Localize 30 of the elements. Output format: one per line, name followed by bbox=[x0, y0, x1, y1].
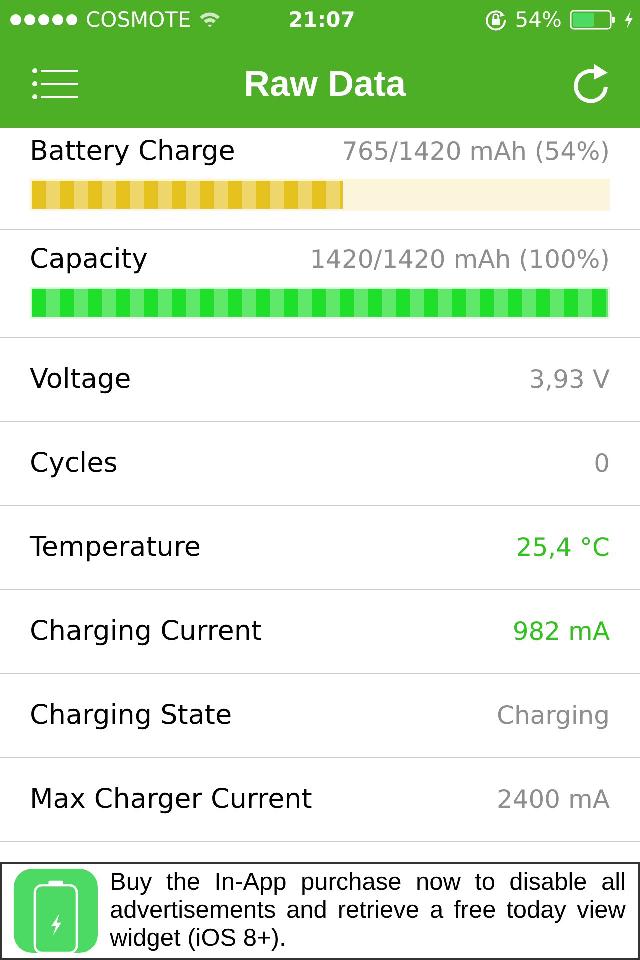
meter-label: Capacity bbox=[30, 244, 148, 275]
battery-icon bbox=[570, 10, 616, 30]
row-label: Voltage bbox=[30, 364, 132, 395]
row-value: 982 mA bbox=[512, 617, 610, 646]
row-label: Max Charger Current bbox=[30, 784, 312, 815]
row-value: 3,93 V bbox=[529, 365, 610, 394]
row-value: 2400 mA bbox=[496, 785, 610, 814]
row-label: Charging State bbox=[30, 700, 232, 731]
rotation-lock-icon bbox=[485, 9, 508, 31]
wifi-icon bbox=[199, 12, 222, 28]
screen-title: Raw Data bbox=[244, 63, 406, 105]
charging-bolt-icon bbox=[624, 11, 634, 29]
app-icon bbox=[14, 869, 98, 953]
row-label: Temperature bbox=[30, 532, 202, 563]
menu-icon[interactable] bbox=[32, 68, 78, 100]
row-label: Charging Current bbox=[30, 616, 262, 647]
signal-icon bbox=[10, 14, 78, 26]
row-value: Charging bbox=[497, 701, 610, 730]
carrier-name: COSMOTE bbox=[86, 8, 192, 32]
battery-percent: 54% bbox=[515, 8, 562, 32]
ad-banner[interactable]: Buy the In-App purchase now to disable all advertisements and retrieve a free today view widget (iOS 8+). bbox=[0, 862, 640, 960]
clock: 21:07 bbox=[288, 8, 356, 32]
ad-text: Buy the In-App purchase now to disable all advertisements and retrieve a free today view widget (iOS 8+). bbox=[110, 868, 626, 954]
meter-reading: 765/1420 mAh (54%) bbox=[342, 137, 610, 166]
refresh-icon[interactable] bbox=[572, 63, 610, 105]
meter-reading: 1420/1420 mAh (100%) bbox=[310, 245, 610, 274]
meter-label: Battery Charge bbox=[30, 136, 236, 167]
row-value: 0 bbox=[594, 449, 610, 478]
row-label: Cycles bbox=[30, 448, 118, 479]
row-value: 25,4 °C bbox=[516, 533, 610, 562]
